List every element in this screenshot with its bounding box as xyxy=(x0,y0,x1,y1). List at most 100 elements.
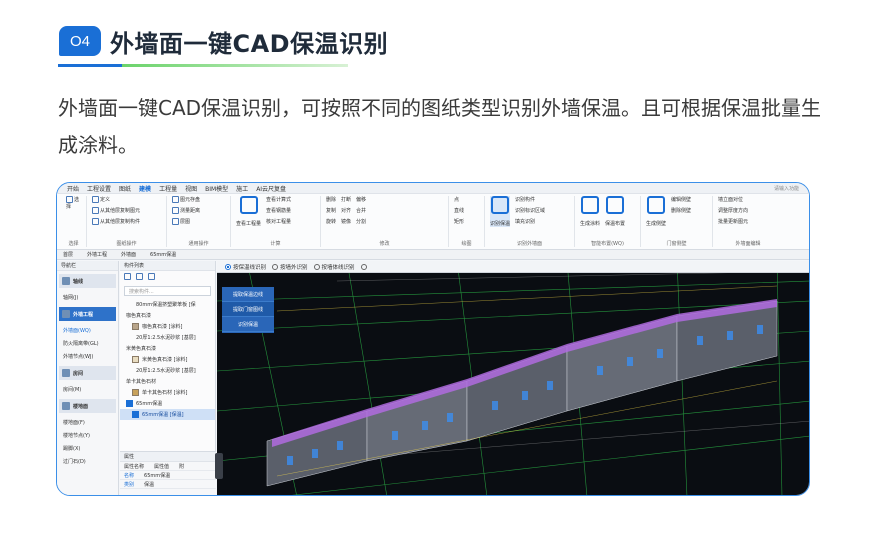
cad-viewport[interactable] xyxy=(217,261,809,495)
identify-insulation-button[interactable]: 识别保温 xyxy=(490,220,510,227)
view-rebar-tool[interactable]: 查看钢筋量 xyxy=(266,207,291,214)
ribbon-group-smart-layout: 生成涂料 保温布置 智能布置(WQ) xyxy=(575,196,641,247)
copy-component-tool[interactable]: 从其他层复制构件 xyxy=(92,218,140,225)
component-item[interactable]: 20厚1:2.5水泥砂浆 [基层] xyxy=(120,332,215,343)
ribbon-group-draw: 点 直线 矩形 绘图 xyxy=(449,196,485,247)
component-group[interactable]: 咖色真石漆 xyxy=(120,310,215,321)
nav-item-exterior-wall[interactable]: 外墙面(WQ) xyxy=(57,324,118,337)
copy-tool[interactable]: 复制 xyxy=(326,207,336,214)
split-tool[interactable]: 分割 xyxy=(356,218,366,225)
option-by-wall-line[interactable]: 按墙体线识别 xyxy=(313,263,355,271)
option-by-wall-outside[interactable]: 按墙外识别 xyxy=(272,263,308,271)
check-quantity-tool[interactable]: 核对工程量 xyxy=(266,218,291,225)
generate-side-button[interactable]: 生成侧壁 xyxy=(646,220,666,227)
copy-from-layer-tool[interactable]: 从其他层复制图元 xyxy=(92,207,140,214)
nav-item-room[interactable]: 房间(M) xyxy=(57,383,118,396)
menu-quantities[interactable]: 工程量 xyxy=(159,184,177,193)
checkbox-icon[interactable] xyxy=(132,411,139,418)
select-tool[interactable]: 选择 xyxy=(66,196,81,210)
component-group[interactable]: 米黄色真石漆 xyxy=(120,343,215,354)
menu-start[interactable]: 开始 xyxy=(67,184,79,193)
edit-side-tool[interactable]: 编辑侧壁 xyxy=(671,196,691,203)
type-select[interactable]: 外墙面 xyxy=(121,251,136,258)
insulation-layout-button[interactable]: 保温布置 xyxy=(605,220,625,227)
property-row[interactable]: 名称 65mm保温 xyxy=(120,471,216,480)
help-icon[interactable] xyxy=(360,263,367,270)
checkbox-icon[interactable] xyxy=(126,400,133,407)
floor-select[interactable]: 首层 xyxy=(63,251,73,258)
component-group[interactable]: 65mm保温 xyxy=(120,398,215,409)
nav-item-skirting[interactable]: 踢脚(X) xyxy=(57,442,118,455)
define-icon xyxy=(92,196,99,203)
identify-region-tool[interactable]: 识别标识区域 xyxy=(515,207,545,214)
component-item[interactable]: 单卡其色石材 [涂料] xyxy=(120,387,215,398)
nav-category-floor[interactable]: 楼地面 xyxy=(59,399,116,413)
batch-update-tool[interactable]: 批量更新图元 xyxy=(718,218,748,225)
layer-icon xyxy=(172,218,179,225)
new-component-icon[interactable] xyxy=(124,273,131,280)
measure-tool[interactable]: 测量距离 xyxy=(172,207,200,214)
menu-bim-model[interactable]: BIM模型 xyxy=(205,184,228,193)
identify-component-tool[interactable]: 识别构件 xyxy=(515,196,545,203)
menu-construction[interactable]: 施工 xyxy=(236,184,248,193)
menu-ai-cloud[interactable]: AI云尺复盘 xyxy=(256,184,286,193)
align-tool[interactable]: 对齐 xyxy=(341,207,351,214)
nav-item-wall-node[interactable]: 外墙节点(WJ) xyxy=(57,350,118,363)
nav-item-grid[interactable]: 轴网(J) xyxy=(57,291,118,304)
component-item[interactable]: 咖色真石漆 [涂料] xyxy=(120,321,215,332)
point-tool[interactable]: 点 xyxy=(454,196,464,203)
rotate-tool[interactable]: 旋转 xyxy=(326,218,336,225)
adjust-thickness-tool[interactable]: 调整厚度方向 xyxy=(718,207,748,214)
nav-item-floor[interactable]: 楼地面(F) xyxy=(57,416,118,429)
component-item[interactable]: 米黄色真石漆 [涂料] xyxy=(120,354,215,365)
delete-side-tool[interactable]: 删除侧壁 xyxy=(671,207,691,214)
delete-component-icon[interactable] xyxy=(148,273,155,280)
option-by-insulation-line[interactable]: 按保温线识别 xyxy=(225,263,266,271)
component-item-selected[interactable]: 65mm保温 [保温] xyxy=(120,409,215,420)
view-formula-tool[interactable]: 查看计算式 xyxy=(266,196,291,203)
line-tool[interactable]: 直线 xyxy=(454,207,464,214)
ruler-icon xyxy=(172,207,179,214)
nav-category-axis[interactable]: 轴线 xyxy=(59,274,116,288)
panel-collapse-handle[interactable] xyxy=(215,453,223,479)
component-item[interactable]: 80mm保温挤塑聚苯板 [保 xyxy=(120,299,215,310)
nav-item-floor-node[interactable]: 楼地节点(Y) xyxy=(57,429,118,442)
break-tool[interactable]: 打断 xyxy=(341,196,351,203)
identify-insulation-step-button[interactable]: 识别保温 xyxy=(222,317,274,332)
paint-icon xyxy=(581,196,599,214)
merge-tool[interactable]: 合并 xyxy=(356,207,366,214)
nav-item-fire-barrier[interactable]: 防火隔离带(GL) xyxy=(57,337,118,350)
generate-paint-button[interactable]: 生成涂料 xyxy=(580,220,600,227)
navigation-panel: 导航栏 轴线 轴网(J) 外墙工程 外墙面(WQ) 防火隔离带(GL) 外墙节点… xyxy=(57,261,119,495)
component-select[interactable]: 65mm保温 xyxy=(150,251,176,258)
ribbon-group-identify: 识别保温 识别构件 识别标识区域 填充识别 识别外墙面 xyxy=(485,196,575,247)
fill-identify-tool[interactable]: 填充识别 xyxy=(515,218,545,225)
component-item[interactable]: 20厚1:2.5水泥砂浆 [基层] xyxy=(120,365,215,376)
wall-align-tool[interactable]: 墙立面对位 xyxy=(718,196,748,203)
mirror-tool[interactable]: 镜像 xyxy=(341,218,351,225)
color-swatch xyxy=(132,323,139,330)
save-element-tool[interactable]: 图元存盘 xyxy=(172,196,200,203)
nav-item-threshold[interactable]: 过门石(D) xyxy=(57,455,118,468)
nav-category-exterior[interactable]: 外墙工程 xyxy=(59,307,116,321)
extract-door-window-lines-button[interactable]: 提取门窗图线 xyxy=(222,302,274,317)
layer-tool[interactable]: 层图 xyxy=(172,218,200,225)
rect-tool[interactable]: 矩形 xyxy=(454,218,464,225)
nav-category-room[interactable]: 房间 xyxy=(59,366,116,380)
category-select[interactable]: 外墙工程 xyxy=(87,251,107,258)
menu-project-settings[interactable]: 工程设置 xyxy=(87,184,111,193)
component-search-input[interactable]: 搜索构件... xyxy=(124,286,211,296)
menu-view[interactable]: 视图 xyxy=(185,184,197,193)
property-row[interactable]: 类别 保温 xyxy=(120,480,216,489)
view-quantity-button[interactable]: 查看工程量 xyxy=(236,220,261,227)
offset-tool[interactable]: 偏移 xyxy=(356,196,366,203)
define-tool[interactable]: 定义 xyxy=(92,196,140,203)
extract-insulation-edge-button[interactable]: 提取保温边线 xyxy=(222,287,274,302)
component-group[interactable]: 单卡其色石材 xyxy=(120,376,215,387)
menu-drawings[interactable]: 图纸 xyxy=(119,184,131,193)
delete-tool[interactable]: 删除 xyxy=(326,196,336,203)
copy-component-icon[interactable] xyxy=(136,273,143,280)
function-search[interactable]: 请输入功能 xyxy=(774,185,799,192)
save-icon xyxy=(172,196,179,203)
menu-modeling[interactable]: 建模 xyxy=(139,184,151,193)
